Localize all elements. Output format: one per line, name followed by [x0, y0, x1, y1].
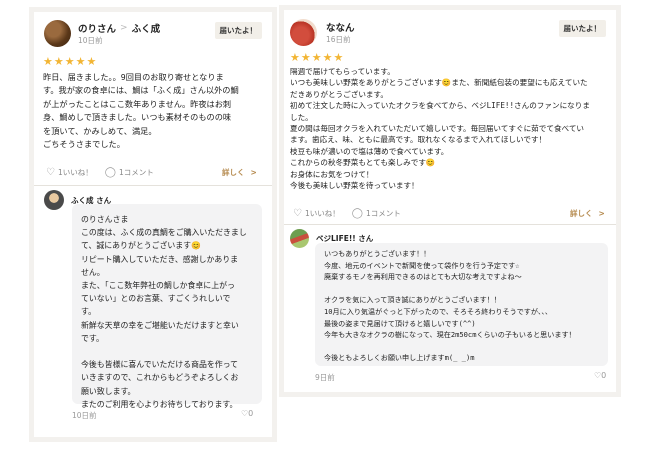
- comment-count[interactable]: 1コメント: [366, 208, 401, 219]
- reply-text: のりさんさま この度は、ふく成の真鯛をご購入いただきまし て、誠にありがとうござ…: [81, 215, 247, 409]
- rating-stars: ★★★★★: [290, 51, 345, 64]
- review-header: ななん 16日前: [290, 19, 355, 46]
- chevron-right-icon: >: [120, 23, 128, 33]
- reply-bubble: いつもありがとうございます！！ 今度、地元のイベントで新聞を使って袋作りを行う予…: [315, 243, 608, 366]
- avatar[interactable]: [44, 190, 64, 210]
- comment-icon[interactable]: ◯: [352, 208, 363, 219]
- author-name[interactable]: ななん: [326, 20, 355, 34]
- review-header: のりさん > ふく成 10日前: [44, 20, 160, 47]
- reply-bubble: のりさんさま この度は、ふく成の真鯛をご購入いただきまし て、誠にありがとうござ…: [72, 204, 262, 409]
- reply-like[interactable]: ♡0: [241, 409, 253, 418]
- detail-link[interactable]: 詳しく >: [570, 208, 605, 219]
- reply-text: いつもありがとうございます！！ 今度、地元のイベントで新聞を使って袋作りを行う予…: [324, 249, 576, 363]
- reply-like[interactable]: ♡0: [594, 371, 606, 380]
- divider: [284, 224, 616, 225]
- post-date: 16日前: [326, 35, 351, 44]
- review-body: 昨日、届きました。。9回目のお取り寄せとなりま す。我が家の食卓には、鯛は「ふく…: [43, 72, 239, 150]
- review-actions: ♡ 1いいね！ ◯ 1コメント: [46, 167, 154, 178]
- review-body: 隔週で届けてもらっています。 いつも美味しい野菜をありがとうございます😊また、新…: [290, 67, 590, 191]
- chevron-right-icon: >: [598, 209, 605, 218]
- avatar[interactable]: [290, 19, 317, 46]
- chevron-right-icon: >: [250, 168, 257, 177]
- delivered-badge: 届いたよ！: [214, 22, 262, 39]
- avatar[interactable]: [44, 20, 71, 47]
- post-date: 10日前: [78, 36, 103, 45]
- comment-count[interactable]: 1コメント: [119, 167, 154, 178]
- like-count[interactable]: 1いいね！: [305, 208, 340, 219]
- heart-icon[interactable]: ♡: [293, 208, 302, 219]
- delivered-badge: 届いたよ！: [558, 20, 606, 37]
- author-name[interactable]: のりさん: [78, 21, 116, 35]
- divider: [34, 185, 272, 186]
- reply-date: 9日前: [315, 373, 335, 382]
- detail-link[interactable]: 詳しく >: [222, 167, 257, 178]
- comment-icon[interactable]: ◯: [105, 167, 116, 178]
- heart-icon[interactable]: ♡: [46, 167, 55, 178]
- review-card-right: ななん 16日前 届いたよ！ ★★★★★ 隔週で届けてもらっています。 いつも美…: [284, 10, 616, 392]
- reply-date: 10日前: [72, 411, 97, 420]
- rating-stars: ★★★★★: [43, 55, 98, 68]
- review-card-left: のりさん > ふく成 10日前 届いたよ！ ★★★★★ 昨日、届きました。。9回…: [34, 12, 272, 437]
- shop-name[interactable]: ふく成: [132, 21, 161, 35]
- review-actions: ♡ 1いいね！ ◯ 1コメント: [293, 208, 401, 219]
- avatar[interactable]: [290, 229, 309, 248]
- like-count[interactable]: 1いいね！: [58, 167, 93, 178]
